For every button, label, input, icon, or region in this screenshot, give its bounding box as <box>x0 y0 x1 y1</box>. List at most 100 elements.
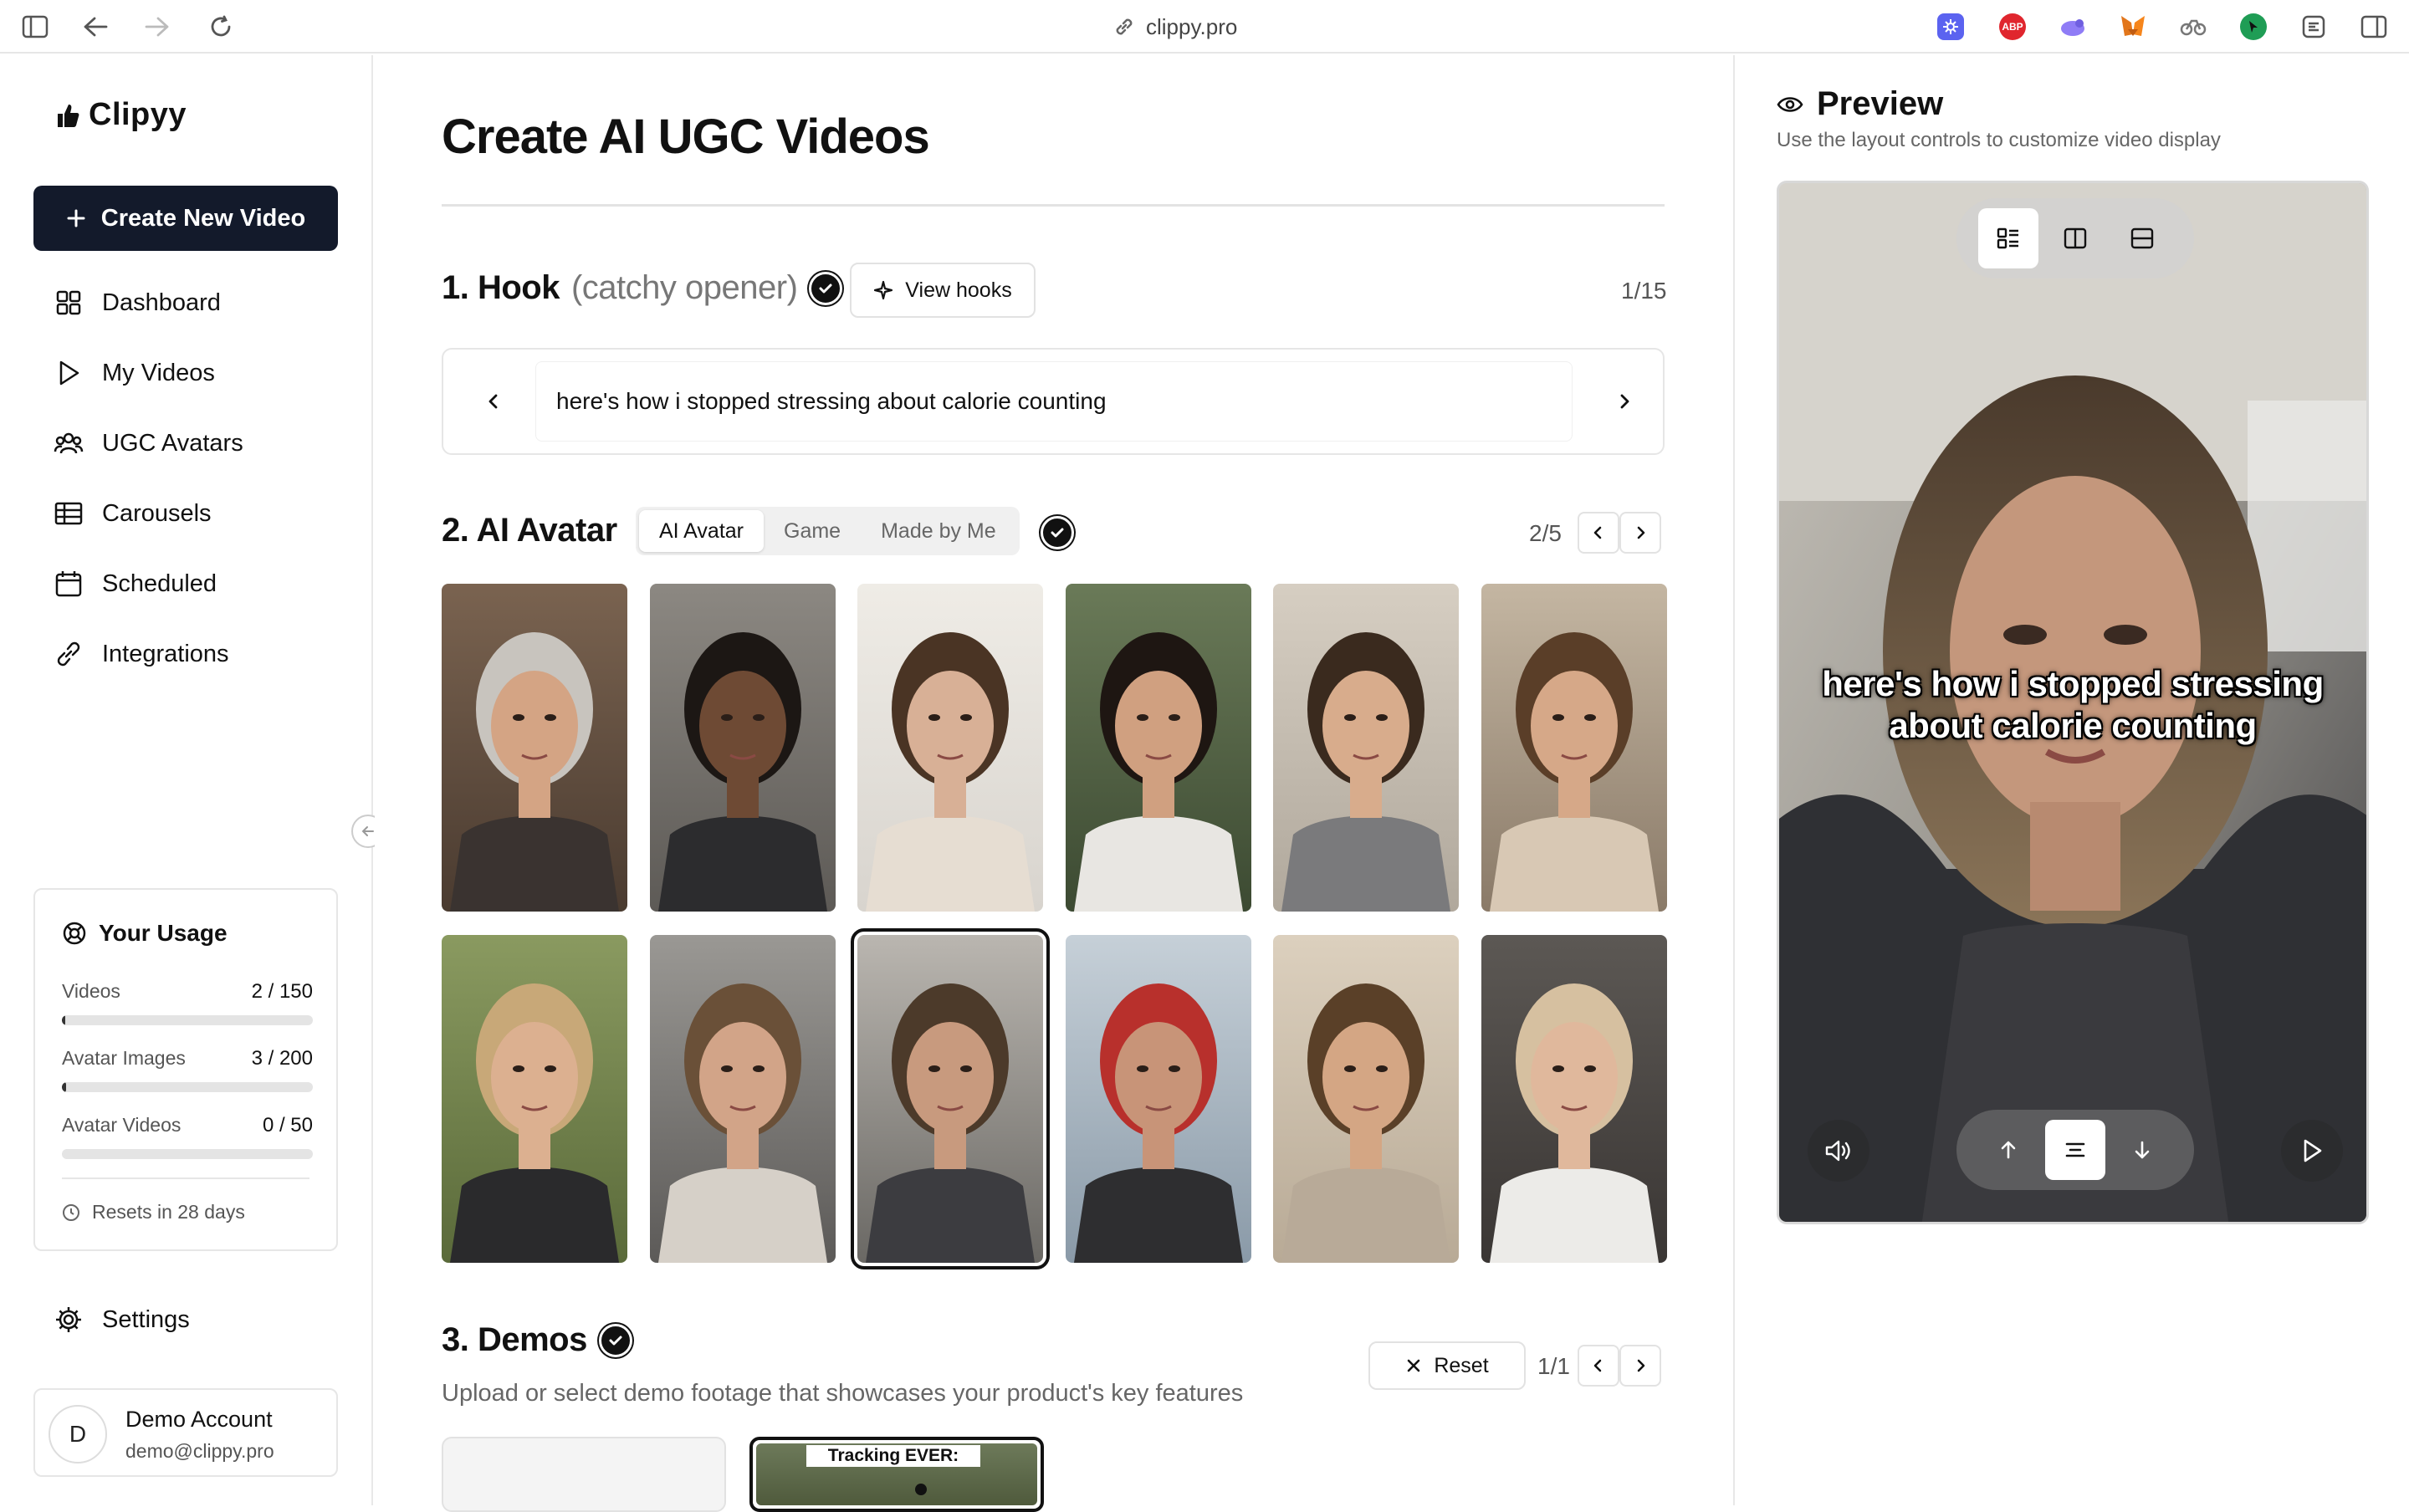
extension-icon[interactable] <box>2180 13 2207 40</box>
hook-subtitle: (catchy opener) <box>570 269 798 306</box>
caption-middle-button[interactable] <box>2045 1120 2105 1180</box>
play-icon <box>2301 1138 2323 1163</box>
metamask-icon[interactable] <box>2120 13 2146 40</box>
page-title: Create AI UGC Videos <box>442 110 930 164</box>
calendar-icon <box>54 569 84 599</box>
hook-text[interactable]: here's how i stopped stressing about cal… <box>535 361 1573 442</box>
layout-split-vertical-button[interactable] <box>2045 208 2105 268</box>
usage-value: 2 / 150 <box>251 980 313 1003</box>
layout-rows-icon <box>2130 226 2155 251</box>
mute-button[interactable] <box>1808 1120 1869 1182</box>
sidebar-item-ugc-avatars[interactable]: UGC Avatars <box>54 423 243 463</box>
sidebar-item-label: Integrations <box>102 640 229 667</box>
avatar-thumbnail <box>649 935 836 1263</box>
avatar-woman-blonde-shocked[interactable] <box>1481 935 1667 1263</box>
abp-label: ABP <box>2002 21 2023 33</box>
sidebar-item-label: UGC Avatars <box>102 429 243 457</box>
extension-icon[interactable] <box>2300 13 2327 40</box>
sidebar-item-scheduled[interactable]: Scheduled <box>54 564 217 604</box>
usage-progress-bar <box>62 1082 313 1092</box>
tab-made-by-me[interactable]: Made by Me <box>861 510 1016 552</box>
next-page-button[interactable] <box>1619 512 1661 554</box>
back-icon[interactable] <box>80 12 110 42</box>
prev-hook-button[interactable] <box>477 385 510 418</box>
avatar-woman-car-selfie[interactable] <box>851 928 1050 1269</box>
brand-logo[interactable]: Clipyy <box>55 97 187 133</box>
check-circle-icon <box>598 1323 632 1357</box>
avatar-section-title: 2. AI Avatar <box>442 512 617 549</box>
sidebar-item-label: Dashboard <box>102 289 221 316</box>
sparkle-icon <box>873 280 893 300</box>
demos-counter: 1/1 <box>1537 1353 1570 1379</box>
avatar-man-hoodie-coffee[interactable] <box>1273 935 1459 1263</box>
usage-row-avatar-images: Avatar Images 3 / 200 <box>62 1047 313 1092</box>
divider <box>442 204 1665 207</box>
caption-bottom-button[interactable] <box>2112 1120 2172 1180</box>
hook-section-title: 1. Hook (catchy opener) <box>442 269 843 307</box>
extension-icon[interactable] <box>2059 13 2086 40</box>
avatar-thumbnail <box>649 584 836 912</box>
sidebar-item-settings[interactable]: Settings <box>54 1300 190 1340</box>
avatar-man-dreadlocks-car[interactable] <box>649 584 836 912</box>
usage-progress-fill <box>62 1015 65 1025</box>
layout-list-button[interactable] <box>1978 208 2038 268</box>
prev-page-button[interactable] <box>1578 512 1619 554</box>
avatar-woman-selfie-outdoor[interactable] <box>1065 584 1251 912</box>
usage-resets-text: Resets in 28 days <box>92 1201 245 1223</box>
avatar-man-red-cap[interactable] <box>1065 935 1251 1263</box>
avatar-woman-glasses-cafe[interactable] <box>1481 584 1667 912</box>
create-new-video-button[interactable]: Create New Video <box>33 186 338 251</box>
sidebar: Clipyy Create New Video Dashboard My Vid… <box>0 55 385 1505</box>
view-hooks-button[interactable]: View hooks <box>850 263 1036 318</box>
sidebar-item-dashboard[interactable]: Dashboard <box>54 283 221 323</box>
address-bar[interactable]: clippy.pro <box>1112 12 1237 42</box>
avatar-older-man-restaurant[interactable] <box>442 584 627 912</box>
sidebar-item-carousels[interactable]: Carousels <box>54 493 212 534</box>
upload-demo-card[interactable] <box>442 1437 726 1512</box>
avatar-tabs: AI Avatar Game Made by Me <box>636 507 1020 555</box>
preview-title: Preview <box>1777 85 1943 123</box>
tab-game[interactable]: Game <box>764 510 861 552</box>
caption-top-button[interactable] <box>1978 1120 2038 1180</box>
account-card[interactable]: D Demo Account demo@clippy.pro <box>33 1388 338 1477</box>
avatar-thumbnail <box>442 584 627 912</box>
avatar-woman-forest-hiker[interactable] <box>442 935 627 1263</box>
view-hooks-label: View hooks <box>905 278 1012 302</box>
abp-icon[interactable]: ABP <box>1999 13 2026 40</box>
avatar-thumbnail <box>857 584 1043 912</box>
video-preview[interactable]: here's how i stopped stressing about cal… <box>1777 181 2369 1224</box>
sidebar-item-integrations[interactable]: Integrations <box>54 634 229 674</box>
reload-icon[interactable] <box>206 12 236 42</box>
sidebar-item-label: My Videos <box>102 359 215 386</box>
usage-row-avatar-videos: Avatar Videos 0 / 50 <box>62 1114 313 1159</box>
main-content: Create AI UGC Videos 1. Hook (catchy ope… <box>375 55 1731 1512</box>
sidebar-toggle-icon[interactable] <box>20 12 50 42</box>
preview-subtitle: Use the layout controls to customize vid… <box>1777 129 2221 151</box>
demos-title: 3. Demos <box>442 1321 587 1358</box>
extension-icon[interactable] <box>2240 13 2267 40</box>
avatar-woman-surprised-car[interactable] <box>649 935 836 1263</box>
account-email: demo@clippy.pro <box>125 1440 274 1462</box>
avatar-thumbnail <box>1065 935 1251 1263</box>
play-button[interactable] <box>2281 1120 2343 1182</box>
preview-panel: Preview Use the layout controls to custo… <box>1733 55 2409 1505</box>
demo-thumbnail: Tracking EVER: <box>756 1443 1037 1505</box>
check-circle-icon <box>809 271 843 305</box>
next-hook-button[interactable] <box>1608 385 1641 418</box>
tab-ai-avatar[interactable]: AI Avatar <box>639 510 764 552</box>
forward-icon[interactable] <box>142 12 172 42</box>
prev-demo-button[interactable] <box>1578 1345 1619 1387</box>
sidebar-right-icon[interactable] <box>2360 13 2387 40</box>
extension-icon[interactable] <box>1937 13 1964 40</box>
next-demo-button[interactable] <box>1619 1345 1661 1387</box>
avatar-woman-white-top[interactable] <box>857 584 1043 912</box>
avatar-thumbnail <box>442 935 627 1263</box>
usage-title-text: Your Usage <box>99 920 228 946</box>
avatar-woman-grey-tee[interactable] <box>1273 584 1459 912</box>
demos-section-title: 3. Demos <box>442 1321 632 1359</box>
demo-clip-card[interactable]: Tracking EVER: <box>749 1437 1044 1512</box>
layout-split-horizontal-button[interactable] <box>2112 208 2172 268</box>
reset-label: Reset <box>1434 1353 1489 1377</box>
sidebar-item-my-videos[interactable]: My Videos <box>54 353 215 393</box>
reset-button[interactable]: Reset <box>1368 1341 1526 1390</box>
